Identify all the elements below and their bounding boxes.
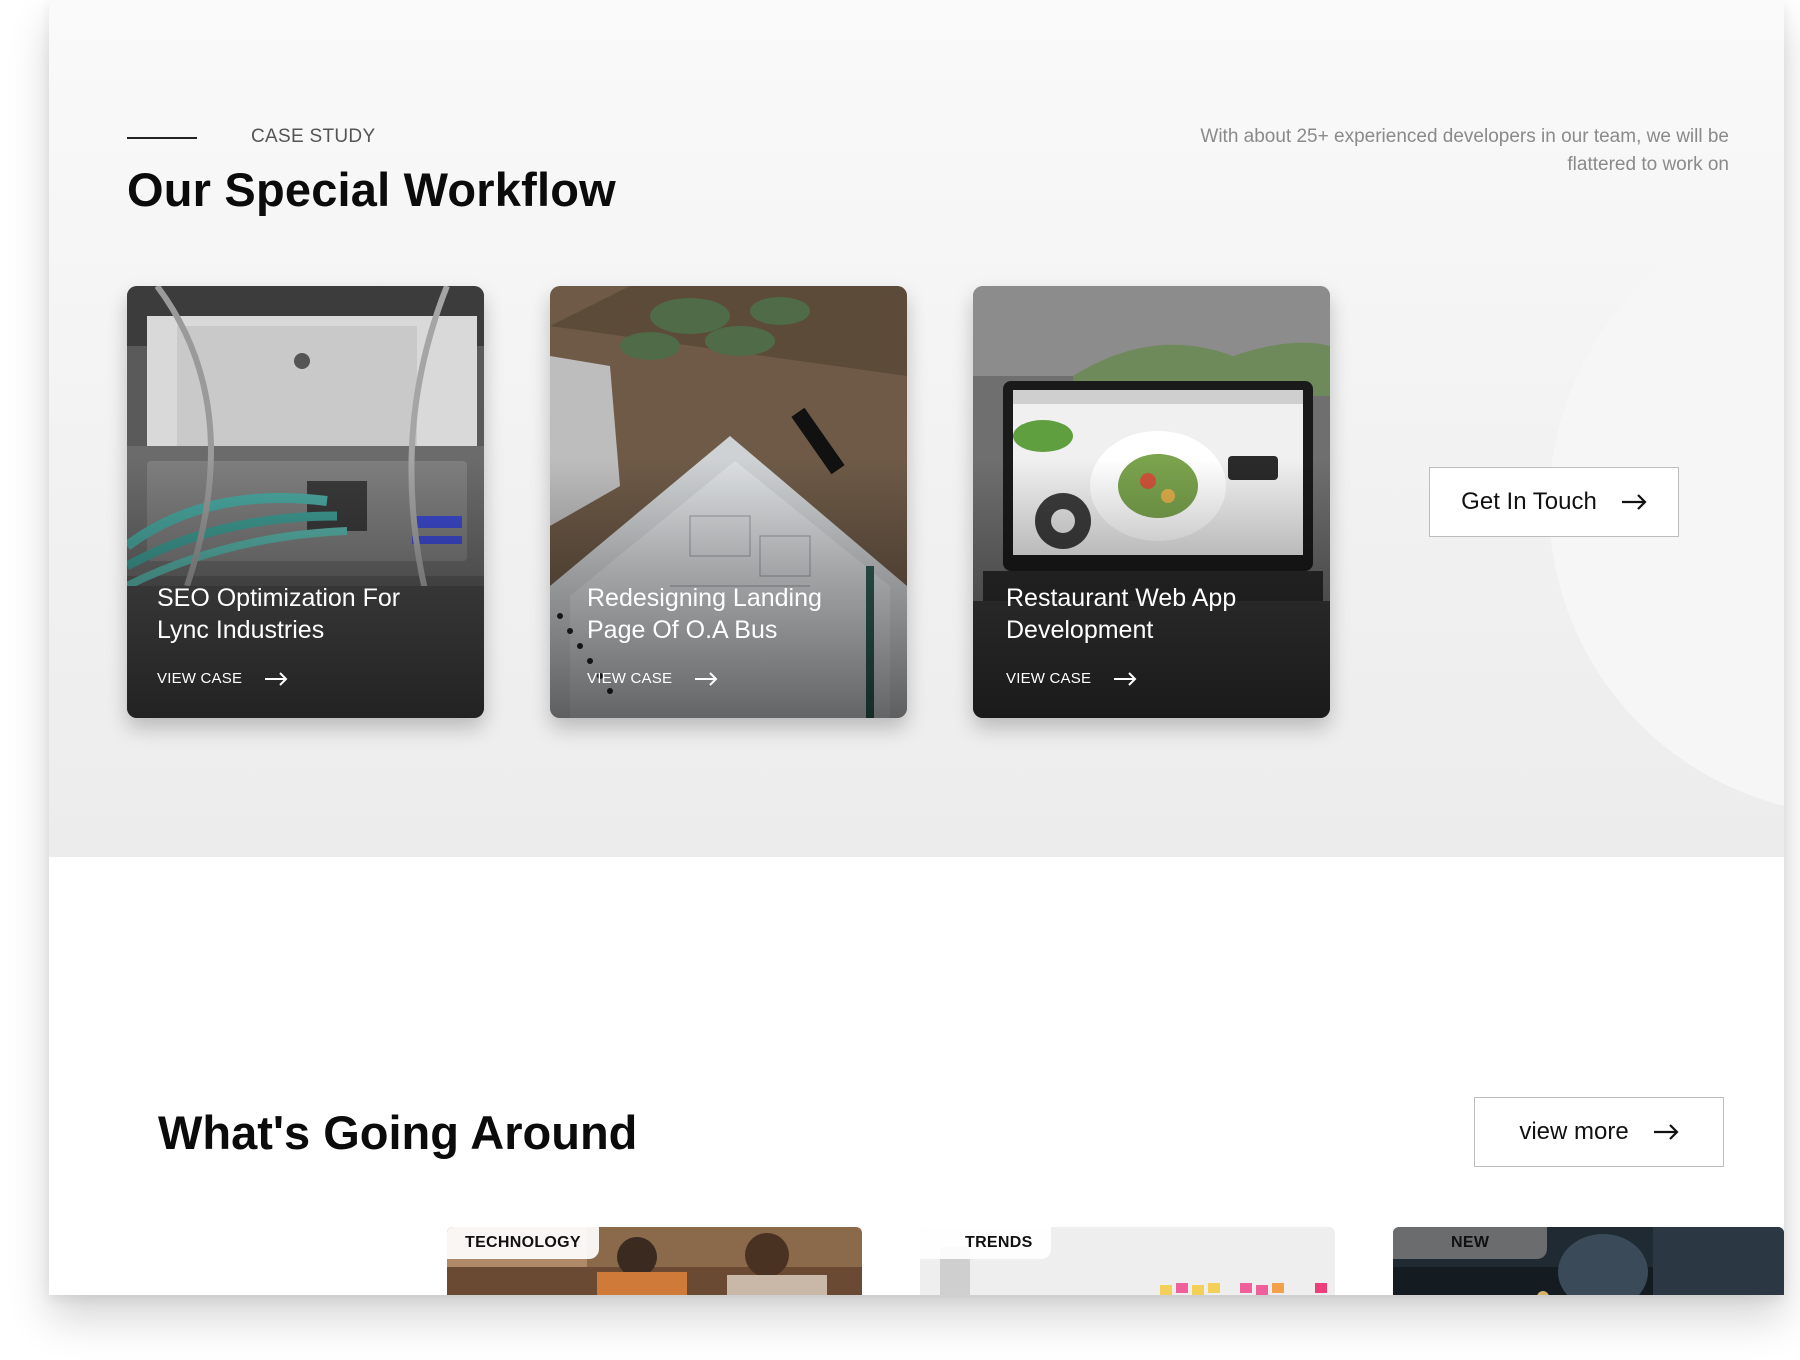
view-case-label: VIEW CASE bbox=[587, 670, 673, 687]
case-card-seo[interactable]: SEO Optimization For Lync Industries VIE… bbox=[127, 286, 484, 718]
arrow-right-icon bbox=[1114, 671, 1137, 686]
view-case-label: VIEW CASE bbox=[157, 670, 243, 687]
arrow-right-icon bbox=[695, 671, 718, 686]
get-in-touch-button[interactable]: Get In Touch bbox=[1429, 467, 1679, 537]
arrow-right-icon bbox=[1653, 1124, 1679, 1140]
case-card-title: Restaurant Web App Development bbox=[1006, 584, 1237, 644]
section-intro: With about 25+ experienced developers in… bbox=[1200, 126, 1729, 175]
eyebrow-divider bbox=[127, 137, 197, 139]
get-in-touch-label: Get In Touch bbox=[1461, 488, 1597, 515]
view-case-link[interactable]: VIEW CASE bbox=[157, 670, 288, 687]
card-overlay bbox=[973, 286, 1330, 718]
case-card-landing-page[interactable]: Redesigning Landing Page Of O.A Bus VIEW… bbox=[550, 286, 907, 718]
page: CASE STUDY Our Special Workflow With abo… bbox=[49, 0, 1784, 1295]
view-more-label: view more bbox=[1519, 1118, 1629, 1145]
case-card-title: SEO Optimization For Lync Industries bbox=[157, 584, 401, 644]
view-case-link[interactable]: VIEW CASE bbox=[1006, 670, 1137, 687]
arrow-right-icon bbox=[265, 671, 288, 686]
card-overlay bbox=[550, 286, 907, 718]
case-study-section: CASE STUDY Our Special Workflow With abo… bbox=[49, 0, 1784, 857]
view-more-button[interactable]: view more bbox=[1474, 1097, 1724, 1167]
news-tag: TRENDS bbox=[920, 1227, 1051, 1259]
news-tag: NEW bbox=[1393, 1227, 1548, 1259]
news-card-technology[interactable]: TECHNOLOGY bbox=[447, 1227, 862, 1295]
case-card-restaurant-app[interactable]: Restaurant Web App Development VIEW CASE bbox=[973, 286, 1330, 718]
news-card-trends[interactable]: TRENDS bbox=[920, 1227, 1335, 1295]
news-tag: TECHNOLOGY bbox=[447, 1227, 599, 1259]
news-card-new[interactable]: NEW bbox=[1393, 1227, 1784, 1295]
section-title: Our Special Workflow bbox=[127, 163, 616, 216]
view-case-link[interactable]: VIEW CASE bbox=[587, 670, 718, 687]
view-case-label: VIEW CASE bbox=[1006, 670, 1092, 687]
card-overlay bbox=[127, 286, 484, 718]
case-card-title: Redesigning Landing Page Of O.A Bus bbox=[587, 584, 822, 644]
arrow-right-icon bbox=[1621, 494, 1647, 510]
section-eyebrow: CASE STUDY bbox=[251, 126, 376, 147]
news-section-title: What's Going Around bbox=[158, 1106, 638, 1159]
